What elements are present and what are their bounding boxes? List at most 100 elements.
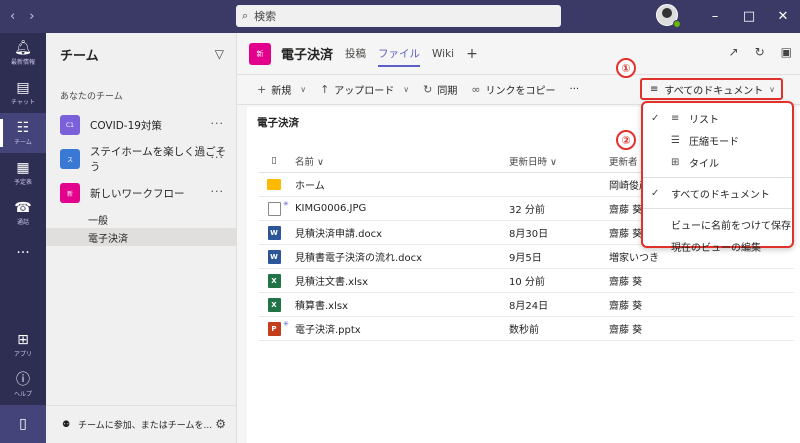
phone-icon: ☎ [14, 199, 32, 216]
rail-calls[interactable]: ☎ 通話 [0, 193, 46, 233]
back-arrow-icon[interactable]: ‹ [10, 9, 15, 24]
team-avatar: ス [60, 149, 80, 169]
sync-button[interactable]: ↻ 同期 [423, 82, 457, 97]
upload-button[interactable]: ↑ アップロード ∨ [320, 82, 409, 97]
rail-help[interactable]: ⓘ ヘルプ [0, 365, 46, 405]
more-options-icon[interactable]: ··· [211, 185, 225, 198]
edit-view-button[interactable]: 現在のビューの編集 [643, 235, 792, 257]
expand-icon[interactable]: ↗ [729, 45, 739, 59]
sync-icon: ↻ [423, 83, 433, 96]
team-item[interactable]: C1 COVID-19対策 ··· [46, 108, 236, 142]
refresh-icon[interactable]: ↻ [755, 45, 765, 59]
filter-icon[interactable]: ▽ [215, 47, 224, 61]
add-tab-icon[interactable]: + [466, 46, 478, 62]
join-team-link[interactable]: ⚉ チームに参加、またはチームを... ⚙ [46, 405, 236, 443]
check-icon: ✓ [651, 187, 660, 199]
view-option-list[interactable]: ✓ ≡ リスト [643, 107, 792, 129]
table-row[interactable]: P ✳ 電子決済.pptx 数秒前 齋藤 葵 [259, 317, 794, 341]
list-icon: ≡ [671, 112, 680, 124]
chevron-down-icon: ∨ [769, 84, 775, 94]
maximize-icon[interactable]: □ [732, 0, 766, 33]
team-item[interactable]: 新 新しいワークフロー ··· [46, 176, 236, 210]
callout-2: ② [616, 130, 636, 150]
meet-icon[interactable]: ▣ [781, 45, 792, 59]
search-icon: ⌕ [242, 9, 249, 22]
view-option-tiles[interactable]: ⊞ タイル [643, 151, 792, 173]
copy-link-button[interactable]: ∞ リンクをコピー [471, 82, 555, 97]
view-option-compact[interactable]: ☰ 圧縮モード [643, 129, 792, 151]
new-file-icon: ✳ [283, 200, 289, 208]
team-item[interactable]: ス ステイホームを楽しく過ごそう ··· [46, 142, 236, 176]
rail-more[interactable]: ··· [0, 233, 46, 273]
new-button[interactable]: + 新規 ∨ [257, 82, 306, 97]
calendar-icon: ▦ [16, 159, 30, 176]
tab-wiki[interactable]: Wiki [432, 33, 454, 75]
column-modified[interactable]: 更新日時 ∨ [509, 154, 609, 168]
breadcrumb: 電子決済 [257, 117, 299, 129]
gear-icon[interactable]: ⚙ [215, 417, 226, 431]
channel-title: 電子決済 [281, 48, 334, 63]
search-placeholder: 検索 [254, 10, 277, 23]
list-icon: ≡ [650, 83, 659, 95]
excel-file-icon: X [267, 273, 281, 288]
table-row[interactable]: X 見積注文書.xlsx 10 分前 齋藤 葵 [259, 269, 794, 293]
tab-files[interactable]: ファイル [378, 33, 421, 75]
forward-arrow-icon[interactable]: › [29, 9, 34, 24]
view-selector[interactable]: ≡ すべてのドキュメント ∨ [640, 78, 783, 100]
device-icon[interactable]: ▯ [0, 405, 46, 443]
new-file-icon: ✳ [283, 320, 289, 328]
minimize-icon[interactable]: – [698, 0, 732, 33]
profile-avatar[interactable] [656, 3, 682, 30]
chevron-down-icon: ∨ [300, 85, 307, 94]
divider [643, 177, 792, 178]
rail-chat[interactable]: ▤ チャット [0, 73, 46, 113]
close-icon[interactable]: ✕ [766, 0, 800, 33]
rail-teams[interactable]: ☷ チーム [0, 113, 46, 153]
channel-item[interactable]: 電子決済 [46, 228, 236, 246]
chevron-down-icon: ∨ [403, 85, 410, 94]
save-view-as-button[interactable]: ビューに名前をつけて保存 [643, 213, 792, 235]
nav-arrows: ‹ › [10, 9, 34, 24]
rail-apps[interactable]: ⊞ アプリ [0, 325, 46, 365]
tab-posts[interactable]: 投稿 [345, 33, 366, 75]
excel-file-icon: X [267, 297, 281, 312]
rail-calendar[interactable]: ▦ 予定表 [0, 153, 46, 193]
team-name: 新しいワークフロー [90, 187, 185, 200]
divider [643, 208, 792, 209]
channel-item[interactable]: 一般 [46, 210, 236, 228]
plus-icon: + [257, 83, 267, 96]
compact-icon: ☰ [671, 134, 680, 146]
chat-icon: ▤ [16, 79, 30, 96]
table-row[interactable]: X 積算書.xlsx 8月24日 齋藤 葵 [259, 293, 794, 317]
word-file-icon: W [267, 249, 281, 264]
help-icon: ⓘ [16, 371, 30, 388]
app-rail: 🔔︎ 最新情報 ▤ チャット ☷ チーム ▦ 予定表 ☎ 通話 ··· ⊞ アプ… [0, 33, 46, 443]
more-button[interactable]: ··· [570, 84, 580, 95]
link-icon: ∞ [471, 83, 481, 96]
view-option-all-documents[interactable]: ✓ すべてのドキュメント [643, 182, 792, 204]
view-dropdown: ✓ ≡ リスト ☰ 圧縮モード ⊞ タイル ✓ すべてのドキュメント ビューに名… [641, 101, 794, 254]
check-icon: ✓ [651, 112, 660, 124]
search-bar[interactable]: ⌕ 検索 [236, 5, 561, 27]
bell-icon: 🔔︎ [14, 39, 32, 56]
callout-1: ① [616, 58, 636, 78]
column-name[interactable]: 名前 ∨ [289, 154, 509, 168]
more-options-icon[interactable]: ··· [211, 117, 225, 130]
folder-icon [267, 179, 281, 190]
file-type-icon[interactable]: ▯ [271, 155, 276, 166]
team-avatar: 新 [60, 183, 80, 203]
teams-icon: ☷ [16, 119, 30, 136]
panel-title: チーム [60, 48, 99, 64]
title-bar: ‹ › ⌕ 検索 – □ ✕ [0, 0, 800, 33]
channel-header: 新 電子決済 投稿 ファイル Wiki + ↗ ↻ ▣ [237, 33, 800, 75]
presence-indicator [673, 19, 681, 28]
more-options-icon[interactable]: ··· [211, 151, 225, 164]
team-avatar: C1 [60, 115, 80, 135]
upload-icon: ↑ [320, 83, 330, 96]
image-file-icon [267, 201, 281, 216]
word-file-icon: W [267, 225, 281, 240]
team-name: COVID-19対策 [90, 119, 162, 132]
rail-activity[interactable]: 🔔︎ 最新情報 [0, 33, 46, 73]
apps-icon: ⊞ [17, 331, 29, 348]
teams-panel: チーム ▽ あなたのチーム C1 COVID-19対策 ··· ス ステイホーム… [46, 33, 237, 443]
